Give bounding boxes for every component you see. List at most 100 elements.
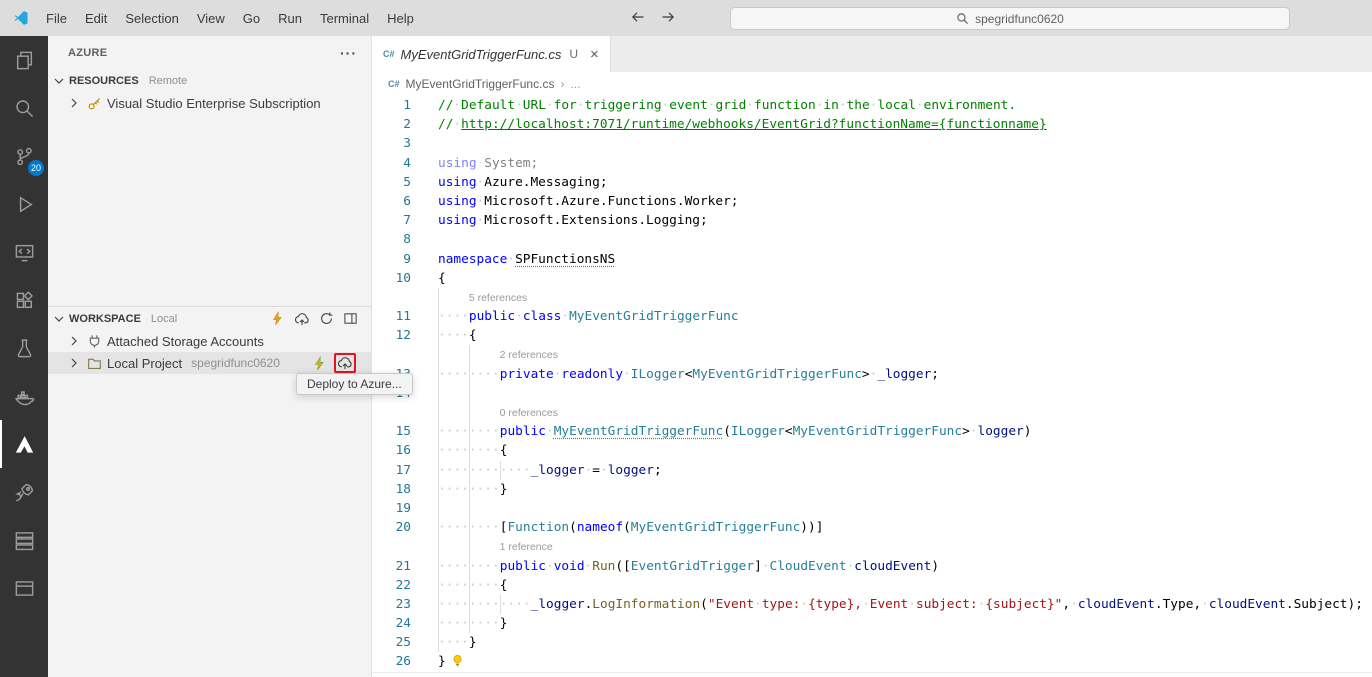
code-line[interactable]: 23 ············_logger.LogInformation("Ev… <box>372 594 1372 615</box>
codelens-row[interactable]: 2 references <box>372 345 1372 365</box>
lightbulb-icon[interactable] <box>451 654 464 667</box>
create-function-icon[interactable] <box>270 311 285 326</box>
indent-guide <box>468 537 470 557</box>
codelens-row[interactable]: 0 references <box>372 403 1372 423</box>
code-line[interactable]: 6 using·Microsoft.Azure.Functions.Worker; <box>372 192 1372 211</box>
back-icon[interactable] <box>630 9 646 28</box>
code-line[interactable]: 21 ········public·void·Run([EventGridTrig… <box>372 556 1372 576</box>
vscode-logo-icon[interactable] <box>13 10 29 26</box>
code-line[interactable]: 18 ········} <box>372 479 1372 499</box>
breadcrumb-file[interactable]: MyEventGridTriggerFunc.cs <box>406 77 555 91</box>
code-line[interactable]: 17 ············_logger·=·logger; <box>372 460 1372 480</box>
line-number: 10 <box>395 270 411 286</box>
activity-storage[interactable] <box>0 516 48 564</box>
resources-section-header[interactable]: RESOURCES Remote <box>48 70 371 92</box>
code-line[interactable]: 20 ········[Function(nameof(MyEventGridTr… <box>372 518 1372 538</box>
codelens-link[interactable]: 0 references <box>500 407 558 419</box>
refresh-icon[interactable] <box>319 311 334 326</box>
indent-guide <box>438 287 439 308</box>
close-icon[interactable]: × <box>590 46 599 63</box>
workspace-section-header[interactable]: WORKSPACE Local <box>48 306 371 330</box>
line-number: 2 <box>403 117 411 133</box>
code-token: · <box>623 366 631 382</box>
code-line[interactable]: 10 { <box>372 269 1372 288</box>
code-line[interactable]: 7 using·Microsoft.Extensions.Logging; <box>372 211 1372 230</box>
code-line[interactable]: 3 <box>372 134 1372 153</box>
codelens-link[interactable]: 1 reference <box>500 541 553 553</box>
code-line[interactable]: 25 ····} <box>372 633 1372 653</box>
deploy-cloud-icon[interactable] <box>294 311 310 327</box>
activity-explorer[interactable] <box>0 36 48 84</box>
activity-window[interactable] <box>0 564 48 612</box>
code-line[interactable]: 11 ····public·class·MyEventGridTriggerFun… <box>372 307 1372 327</box>
forward-icon[interactable] <box>660 9 676 28</box>
code-line[interactable]: 16 ········{ <box>372 441 1372 461</box>
menu-terminal[interactable]: Terminal <box>311 11 378 26</box>
code-line[interactable]: 26} <box>372 652 1372 671</box>
activity-run-debug[interactable] <box>0 180 48 228</box>
codelens-link[interactable]: 5 references <box>469 292 527 304</box>
activity-source-control[interactable]: 20 <box>0 132 48 180</box>
folder-icon <box>88 358 101 369</box>
azure-icon <box>15 435 33 453</box>
deploy-to-azure-icon[interactable] <box>337 355 353 371</box>
code-line[interactable]: 1 //·Default·URL·for·triggering·event·gri… <box>372 96 1372 115</box>
code-line[interactable]: 27 <box>372 671 1372 677</box>
menu-file[interactable]: File <box>37 11 76 26</box>
line-number: 22 <box>395 577 411 593</box>
code-editor[interactable]: 1 //·Default·URL·for·triggering·event·gri… <box>372 96 1372 677</box>
menu-help[interactable]: Help <box>378 11 423 26</box>
code-line[interactable]: 2 //·http://localhost:7071/runtime/webhoo… <box>372 115 1372 134</box>
menu-selection[interactable]: Selection <box>116 11 187 26</box>
code-line[interactable]: 12 ····{ <box>372 326 1372 346</box>
activity-remote-explorer[interactable] <box>0 228 48 276</box>
code-line[interactable]: 13········private·readonly·ILogger<MyEve… <box>372 364 1372 384</box>
menu-run[interactable]: Run <box>269 11 311 26</box>
code-token: using <box>438 193 477 209</box>
codelens-row[interactable]: 1 reference <box>372 537 1372 557</box>
code-token: nameof <box>576 520 624 536</box>
tree-item-attached-storage[interactable]: Attached Storage Accounts <box>48 330 371 352</box>
command-center[interactable]: spegridfunc0620 <box>730 7 1290 30</box>
code-line[interactable]: 8 <box>372 230 1372 249</box>
indent-guide <box>438 364 439 384</box>
menu-go[interactable]: Go <box>234 11 269 26</box>
activity-test[interactable] <box>0 324 48 372</box>
line-number: 9 <box>403 251 411 267</box>
code-line[interactable]: 19 <box>372 498 1372 519</box>
more-actions-icon[interactable]: ··· <box>340 45 357 61</box>
code-line[interactable]: 24 ········} <box>372 614 1372 634</box>
breadcrumb-more[interactable]: ... <box>570 77 580 91</box>
code-line[interactable]: 14 <box>372 383 1372 403</box>
activity-pipelines[interactable] <box>0 468 48 516</box>
code-line[interactable]: 15 ········public·MyEventGridTriggerFunc(… <box>372 422 1372 442</box>
code-token: · <box>561 309 570 325</box>
activity-docker[interactable] <box>0 372 48 420</box>
codelens-link[interactable]: 2 references <box>500 349 558 361</box>
activity-extensions[interactable] <box>0 276 48 324</box>
code-line[interactable]: 9 namespace·SPFunctionsNS <box>372 250 1372 269</box>
activity-azure[interactable] <box>0 420 48 468</box>
codelens-row[interactable]: 5 references <box>372 287 1372 308</box>
code-token: · <box>545 558 554 574</box>
code-token: ILogger <box>630 366 685 382</box>
tree-item-local-project[interactable]: Local Project spegridfunc0620 <box>48 352 371 374</box>
code-token: ········{ <box>438 443 508 459</box>
indent-guide <box>468 403 470 423</box>
code-line[interactable]: 5 using·Azure.Messaging; <box>372 173 1372 192</box>
indent-guide <box>468 556 470 576</box>
activity-search[interactable] <box>0 84 48 132</box>
tab-myeventgridtriggerfunc[interactable]: C# MyEventGridTriggerFunc.cs U × <box>372 36 611 72</box>
code-token: ))] <box>800 520 824 536</box>
open-editors-icon[interactable] <box>343 311 358 326</box>
menu-edit[interactable]: Edit <box>76 11 116 26</box>
code-token: logger <box>977 424 1024 440</box>
code-line[interactable]: 4 using·System; <box>372 154 1372 173</box>
code-line[interactable]: 22 ········{ <box>372 575 1372 595</box>
menu-view[interactable]: View <box>188 11 234 26</box>
create-function-icon[interactable] <box>312 355 327 371</box>
tree-item-subscription[interactable]: Visual Studio Enterprise Subscription <box>48 92 371 114</box>
line-number: 19 <box>395 500 411 516</box>
subscription-label: Visual Studio Enterprise Subscription <box>107 95 321 111</box>
code-token: .Type,· <box>1154 596 1209 612</box>
